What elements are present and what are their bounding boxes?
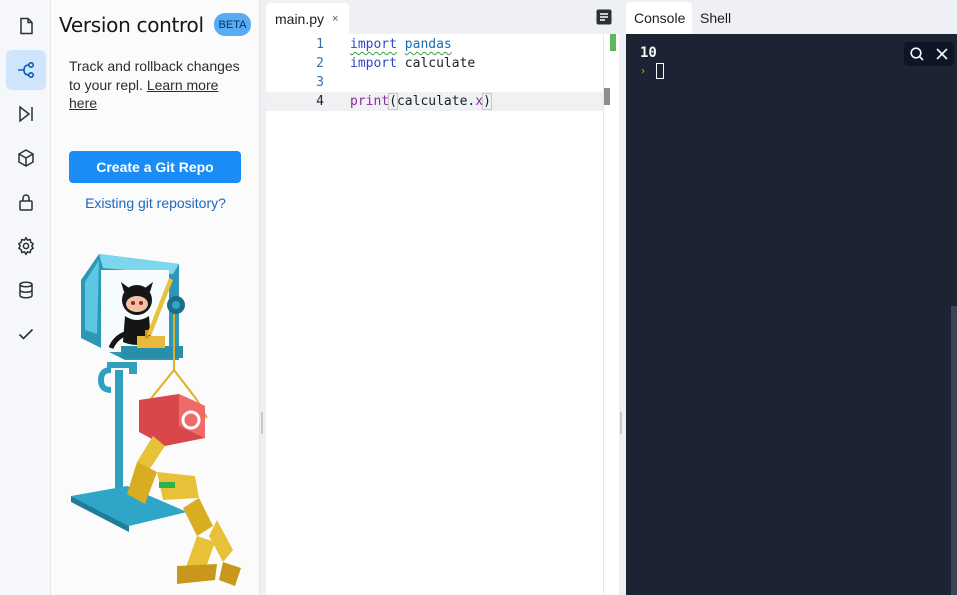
change-marker [610, 34, 616, 51]
files-icon[interactable] [6, 6, 46, 46]
code-keyword: import [350, 37, 397, 52]
line-code: import calculate [350, 54, 475, 73]
console-scrollbar[interactable] [951, 306, 957, 595]
splitter-grip [261, 412, 263, 434]
right-splitter[interactable] [620, 0, 623, 595]
unit-tests-icon[interactable] [6, 314, 46, 354]
line-code: print(calculate.x) [350, 92, 492, 111]
code-module: pandas [404, 37, 452, 52]
editor-tab-bar: main.py × [266, 0, 619, 34]
settings-icon[interactable] [6, 226, 46, 266]
code-editor[interactable]: 1 import pandas 2 import calculate 3 4 p… [266, 34, 619, 595]
code-bracket: ) [482, 93, 492, 110]
tab-console[interactable]: Console [626, 2, 692, 34]
code-bracket: ( [388, 93, 398, 110]
cursor-marker [604, 88, 610, 105]
panel-description: Track and rollback changes to your repl.… [69, 57, 249, 113]
line-number: 3 [316, 75, 324, 90]
outline-icon[interactable] [595, 8, 613, 26]
code-line-active: 4 print(calculate.x) [266, 92, 603, 111]
console-output: 10 [640, 45, 657, 61]
code-object: calculate. [396, 94, 476, 109]
line-code: import pandas [350, 35, 452, 54]
code-line: 1 import pandas [266, 35, 603, 54]
line-number: 4 [316, 94, 324, 109]
splitter-grip [620, 412, 622, 434]
left-splitter[interactable] [261, 0, 264, 595]
code-line: 2 import calculate [266, 54, 603, 73]
code-line: 3 [266, 73, 603, 92]
octocat-crane-illustration [71, 254, 241, 586]
secrets-icon[interactable] [6, 182, 46, 222]
packages-icon[interactable] [6, 138, 46, 178]
tab-shell[interactable]: Shell [700, 2, 731, 34]
console-panel[interactable]: 10 › [626, 34, 957, 595]
version-control-panel: Version control BETA Track and rollback … [51, 0, 260, 595]
editor-scrollbar[interactable] [603, 34, 619, 595]
code-keyword: import [350, 56, 397, 71]
version-control-icon[interactable] [6, 50, 46, 90]
create-git-repo-button[interactable]: Create a Git Repo [69, 151, 241, 183]
code-module: calculate [404, 56, 476, 71]
line-number: 1 [316, 37, 324, 52]
database-icon[interactable] [6, 270, 46, 310]
code-attribute: x [475, 94, 484, 109]
file-tab-main-py[interactable]: main.py × [266, 3, 349, 34]
close-icon[interactable]: × [332, 13, 338, 25]
existing-repo-link[interactable]: Existing git repository? [51, 195, 260, 211]
replit-workspace: Version control BETA Track and rollback … [0, 0, 957, 595]
search-icon[interactable] [904, 42, 929, 66]
console-tab-bar: Console Shell [625, 0, 957, 34]
beta-badge: BETA [214, 13, 251, 36]
console-toolbar [904, 42, 954, 66]
console-cursor [656, 63, 664, 79]
debugger-icon[interactable] [6, 94, 46, 134]
code-function: print [350, 94, 390, 109]
line-number: 2 [316, 56, 324, 71]
console-prompt: › [640, 66, 647, 77]
file-tab-label: main.py [275, 10, 325, 27]
icon-rail [0, 0, 51, 595]
close-icon[interactable] [929, 42, 954, 66]
panel-title: Version control [59, 13, 204, 37]
